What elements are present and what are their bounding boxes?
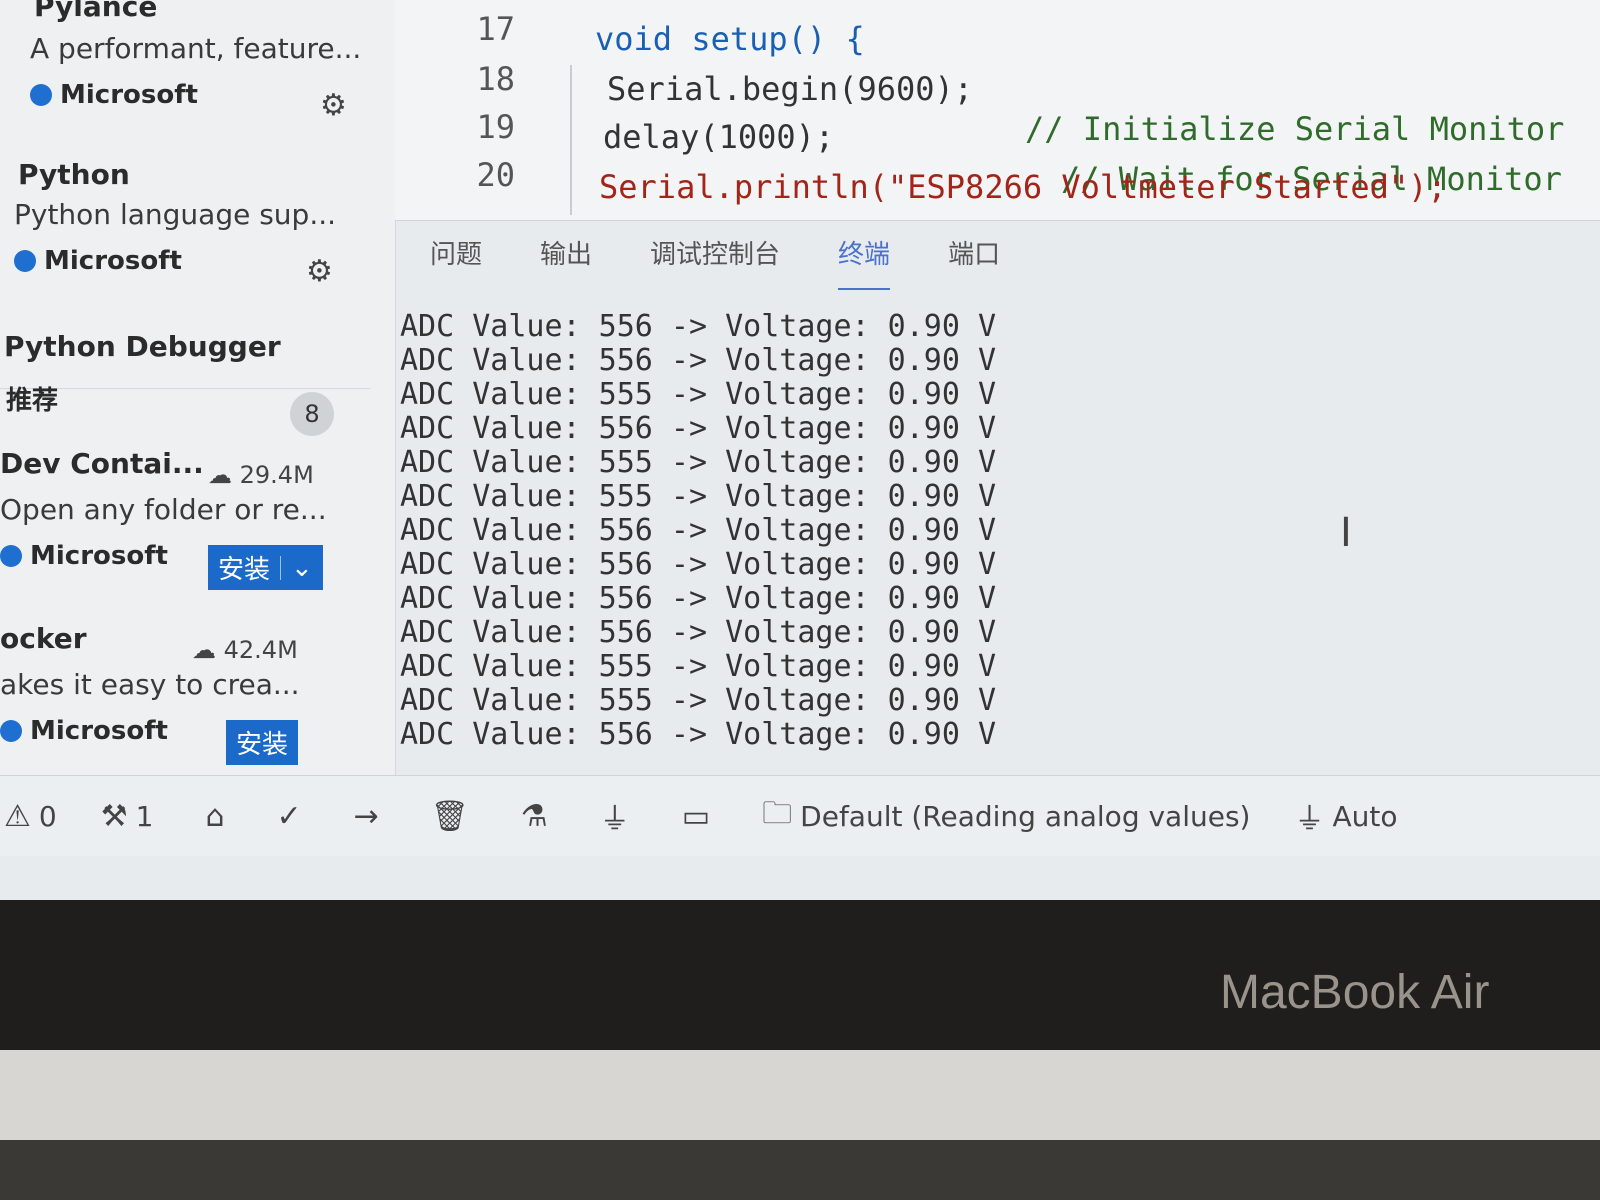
extension-publisher: Microsoft [0, 541, 168, 571]
code-line: void setup() { [595, 20, 865, 58]
terminal-line: ADC Value: 556 -> Voltage: 0.90 V [400, 309, 997, 344]
plug-icon[interactable]: ⏚ [600, 794, 630, 838]
tools-indicator[interactable]: ⚒ 1 [101, 799, 154, 834]
download-size: ☁ 29.4M [208, 461, 314, 489]
recommended-header[interactable]: 推荐 [6, 380, 58, 417]
extension-description: Open any folder or re... [0, 493, 327, 526]
plug-icon: ⏚ [1294, 802, 1325, 837]
tab-terminal[interactable]: 终端 [838, 230, 891, 290]
terminal-line: ADC Value: 555 -> Voltage: 0.90 V [400, 683, 997, 718]
port-selector[interactable]: ⏚ Auto [1294, 794, 1397, 838]
extension-name: ocker [0, 622, 87, 655]
terminal-line: ADC Value: 555 -> Voltage: 0.90 V [400, 377, 997, 412]
extension-description: akes it easy to crea... [0, 668, 300, 701]
terminal-line: ADC Value: 556 -> Voltage: 0.90 V [400, 513, 997, 548]
terminal-line: ADC Value: 556 -> Voltage: 0.90 V [400, 343, 997, 378]
line-number: 20 [476, 156, 515, 194]
tab-output[interactable]: 输出 [540, 230, 592, 290]
terminal-line: ADC Value: 556 -> Voltage: 0.90 V [400, 615, 997, 650]
extension-description: A performant, feature... [30, 32, 362, 65]
check-icon[interactable]: ✓ [277, 799, 302, 834]
terminal-line: ADC Value: 556 -> Voltage: 0.90 V [400, 581, 997, 616]
verified-badge-icon [14, 250, 36, 272]
verified-badge-icon [30, 84, 52, 106]
verified-badge-icon [0, 720, 22, 742]
terminal-icon[interactable]: ▭ [682, 799, 710, 834]
extension-item-dev-containers[interactable]: Dev Contai... ☁ 29.4M Open any folder or… [0, 445, 380, 605]
warnings-indicator[interactable]: ⚠ 0 [4, 799, 57, 834]
cloud-download-icon: ☁ [208, 461, 232, 489]
code-line: Serial.begin(9600); [607, 70, 974, 108]
extension-item-docker[interactable]: ocker ☁ 42.4M akes it easy to crea... Mi… [0, 620, 380, 770]
tab-debug-console[interactable]: 调试控制台 [650, 230, 780, 290]
tab-ports[interactable]: 端口 [948, 230, 1000, 290]
code-line: delay(1000); [603, 118, 835, 156]
extension-item-python-debugger[interactable]: Python Debugger [0, 330, 380, 380]
divider [280, 555, 282, 580]
gear-icon[interactable]: ⚙ [306, 254, 333, 289]
chevron-down-icon[interactable]: ⌄ [291, 552, 313, 583]
line-number: 19 [476, 108, 515, 146]
code-line: Serial.println("ESP8266 Voltmeter Starte… [599, 168, 1447, 206]
tab-problems[interactable]: 问题 [430, 230, 482, 290]
terminal-output[interactable]: ADC Value: 556 -> Voltage: 0.90 V ADC Va… [400, 310, 1560, 780]
line-number: 18 [476, 60, 515, 98]
extension-item-pylance[interactable]: Pylance A performant, feature... Microso… [0, 0, 380, 130]
terminal-line: ADC Value: 555 -> Voltage: 0.90 V [400, 649, 997, 684]
text-cursor-icon: I [1340, 510, 1352, 556]
install-button[interactable]: 安装 ⌄ [208, 545, 323, 590]
code-comment: // Initialize Serial Monitor [1025, 110, 1565, 148]
terminal-line: ADC Value: 556 -> Voltage: 0.90 V [400, 411, 997, 446]
extension-name: Python Debugger [4, 330, 281, 363]
profile-selector[interactable]: 🗀 Default (Reading analog values) [762, 791, 1250, 842]
device-label: MacBook Air [1220, 966, 1490, 1019]
line-number: 17 [476, 10, 515, 48]
flask-icon[interactable]: ⚗ [521, 799, 548, 834]
keyboard-keys [0, 1140, 1600, 1200]
trash-icon[interactable]: 🗑 [431, 799, 469, 834]
terminal-line: ADC Value: 555 -> Voltage: 0.90 V [400, 445, 997, 480]
screen: Pylance A performant, feature... Microso… [0, 0, 1600, 900]
extension-publisher: Microsoft [30, 80, 198, 110]
extensions-sidebar: Pylance A performant, feature... Microso… [0, 0, 396, 800]
extension-publisher: Microsoft [0, 716, 168, 746]
status-bar: ⚠ 0 ⚒ 1 ⌂ ✓ → 🗑 ⚗ ⏚ ▭ 🗀 Default (Reading… [0, 775, 1600, 856]
recommended-count-badge: 8 [290, 392, 334, 436]
gear-icon[interactable]: ⚙ [320, 88, 347, 123]
extension-item-python[interactable]: Python Python language sup... Microsoft … [0, 150, 380, 300]
warning-icon: ⚠ [4, 798, 31, 834]
folder-icon: 🗀 [762, 795, 793, 831]
terminal-line: ADC Value: 555 -> Voltage: 0.90 V [400, 479, 997, 514]
install-button[interactable]: 安装 [226, 720, 299, 765]
tools-icon: ⚒ [100, 798, 128, 834]
extension-publisher: Microsoft [14, 246, 182, 276]
code-editor[interactable]: 17 void setup() { 18 Serial.begin(9600);… [395, 0, 1600, 221]
terminal-line: ADC Value: 556 -> Voltage: 0.90 V [400, 547, 997, 582]
home-icon[interactable]: ⌂ [205, 799, 224, 834]
cloud-download-icon: ☁ [192, 636, 216, 664]
extension-name: Python [18, 158, 130, 191]
terminal-line: ADC Value: 556 -> Voltage: 0.90 V [400, 717, 997, 752]
verified-badge-icon [0, 545, 22, 567]
indent-guide [570, 65, 572, 215]
download-size: ☁ 42.4M [192, 636, 298, 664]
extension-description: Python language sup... [14, 198, 337, 231]
panel-tabs: 问题 输出 调试控制台 终端 端口 [430, 230, 1000, 290]
extension-name: Pylance [34, 0, 158, 23]
extension-name: Dev Contai... [0, 447, 204, 480]
arrow-right-icon[interactable]: → [354, 799, 379, 834]
